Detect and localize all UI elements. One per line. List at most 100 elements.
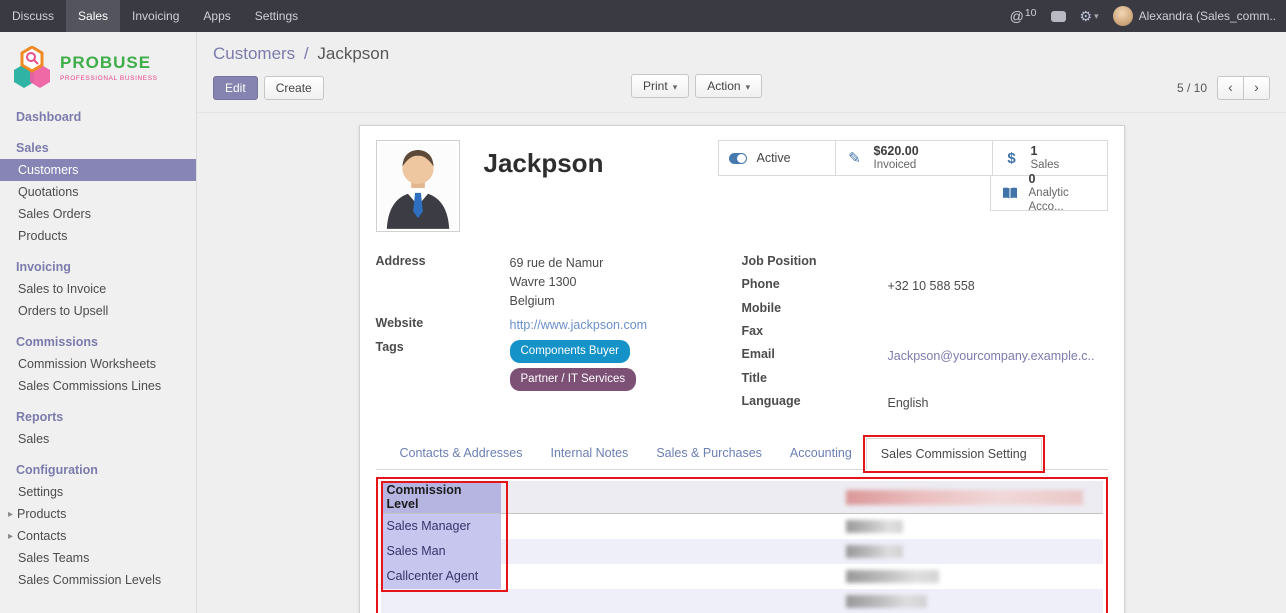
form-fields: Address 69 rue de Namur Wavre 1300 Belgi… bbox=[376, 254, 1108, 418]
sidebar-item-label: Quotations bbox=[18, 185, 78, 199]
address-line-3: Belgium bbox=[510, 292, 604, 311]
sidebar-nav: Dashboard Sales Customers Quotations Sal… bbox=[0, 106, 196, 591]
tab-sales-purchases[interactable]: Sales & Purchases bbox=[642, 438, 776, 469]
sidebar-item-dashboard[interactable]: Dashboard bbox=[0, 106, 196, 128]
analytic-label: Analytic Acco... bbox=[1029, 187, 1099, 215]
breadcrumb: Customers / Jackpson bbox=[213, 44, 1270, 64]
topbar-menu-discuss[interactable]: Discuss bbox=[0, 0, 66, 32]
breadcrumb-customers-link[interactable]: Customers bbox=[213, 44, 295, 63]
mention-count: 10 bbox=[1025, 7, 1037, 19]
invoiced-stat-button[interactable]: ✎ $620.00 Invoiced bbox=[835, 140, 993, 176]
invoiced-label: Invoiced bbox=[874, 159, 919, 173]
sidebar-item-quotations[interactable]: Quotations bbox=[0, 181, 196, 203]
mobile-label: Mobile bbox=[742, 301, 888, 319]
tag-partner-it-services: Partner / IT Services bbox=[510, 368, 637, 391]
sidebar-item-label: Settings bbox=[18, 485, 63, 499]
tags-label: Tags bbox=[376, 340, 510, 396]
website-link[interactable]: http://www.jackpson.com bbox=[510, 318, 648, 332]
sidebar-item-label: Sales to Invoice bbox=[18, 282, 106, 296]
user-name: Alexandra (Sales_comm.. bbox=[1139, 9, 1276, 23]
phone-value: +32 10 588 558 bbox=[888, 279, 975, 293]
sidebar-item-label: Sales Commissions Lines bbox=[18, 379, 161, 393]
mention-counter[interactable]: @ 10 bbox=[1010, 8, 1037, 24]
sales-stat-button[interactable]: $ 1 Sales bbox=[992, 140, 1108, 176]
sidebar-section-commissions[interactable]: Commissions bbox=[0, 331, 196, 353]
level-cell[interactable]: Sales Man bbox=[381, 539, 501, 564]
topbar-right: @ 10 ⚙ ▾ Alexandra (Sales_comm.. bbox=[1010, 6, 1278, 26]
sidebar-item-orders-to-upsell[interactable]: Orders to Upsell bbox=[0, 300, 196, 322]
sidebar-item-sales-commission-levels[interactable]: Sales Commission Levels bbox=[0, 569, 196, 591]
chat-icon[interactable] bbox=[1051, 11, 1066, 22]
sidebar-item-sales-commissions-lines[interactable]: Sales Commissions Lines bbox=[0, 375, 196, 397]
expand-caret-icon: ▸ bbox=[8, 531, 13, 542]
debug-icon[interactable]: ⚙ ▾ bbox=[1080, 8, 1099, 25]
sidebar-item-customers[interactable]: Customers bbox=[0, 159, 196, 181]
analytic-accounts-stat-button[interactable]: 0 Analytic Acco... bbox=[990, 175, 1108, 211]
dollar-icon: $ bbox=[1001, 150, 1023, 167]
pager-next-button[interactable]: › bbox=[1243, 76, 1270, 101]
create-button[interactable]: Create bbox=[264, 76, 324, 100]
action-dropdown[interactable]: Action▾ bbox=[695, 74, 762, 98]
tab-contacts-addresses[interactable]: Contacts & Addresses bbox=[386, 438, 537, 469]
sidebar-item-products[interactable]: Products bbox=[0, 225, 196, 247]
redacted-value-blur bbox=[846, 570, 939, 583]
level-cell[interactable]: Callcenter Agent bbox=[381, 564, 501, 589]
redacted-value-blur bbox=[846, 595, 927, 608]
table-row-callcenter-agent[interactable]: Callcenter Agent bbox=[381, 564, 1103, 589]
active-toggle-icon bbox=[729, 153, 747, 164]
topbar-menu-settings[interactable]: Settings bbox=[243, 0, 310, 32]
address-line-2: Wavre 1300 bbox=[510, 273, 604, 292]
tab-internal-notes[interactable]: Internal Notes bbox=[536, 438, 642, 469]
sidebar-item-reports-sales[interactable]: Sales bbox=[0, 428, 196, 450]
sidebar-item-sales-to-invoice[interactable]: Sales to Invoice bbox=[0, 278, 196, 300]
app-logo: PROBUSE PROFESSIONAL BUSINESS bbox=[0, 32, 196, 106]
sidebar-item-commission-worksheets[interactable]: Commission Worksheets bbox=[0, 353, 196, 375]
caret-down-icon: ▾ bbox=[1094, 11, 1099, 22]
tab-accounting[interactable]: Accounting bbox=[776, 438, 866, 469]
active-label: Active bbox=[757, 151, 791, 165]
user-menu[interactable]: Alexandra (Sales_comm.. bbox=[1113, 6, 1276, 26]
address-line-1: 69 rue de Namur bbox=[510, 254, 604, 273]
active-stat-button[interactable]: Active bbox=[718, 140, 836, 176]
table-row-empty[interactable] bbox=[381, 589, 1103, 613]
pencil-icon: ✎ bbox=[844, 149, 866, 167]
pager-previous-button[interactable]: ‹ bbox=[1217, 76, 1244, 101]
probuse-logo-icon bbox=[12, 46, 52, 90]
commission-level-column-header[interactable]: Commission Level bbox=[381, 481, 501, 514]
fax-label: Fax bbox=[742, 324, 888, 342]
sidebar-item-sales-teams[interactable]: Sales Teams bbox=[0, 547, 196, 569]
table-row-sales-man[interactable]: Sales Man bbox=[381, 539, 1103, 564]
topbar-menu-invoicing[interactable]: Invoicing bbox=[120, 0, 191, 32]
sidebar-item-config-settings[interactable]: Settings bbox=[0, 481, 196, 503]
commission-table-annotation-box: Commission Level Sales Manager Sales Man bbox=[376, 477, 1108, 613]
print-dropdown[interactable]: Print▾ bbox=[631, 74, 689, 98]
edit-button[interactable]: Edit bbox=[213, 76, 258, 100]
sidebar-section-sales[interactable]: Sales bbox=[0, 137, 196, 159]
email-link[interactable]: Jackpson@yourcompany.example.c.. bbox=[888, 349, 1095, 363]
topbar: Discuss Sales Invoicing Apps Settings @ … bbox=[0, 0, 1286, 32]
title-label: Title bbox=[742, 371, 888, 389]
sidebar-section-reports[interactable]: Reports bbox=[0, 406, 196, 428]
sidebar-item-label: Products bbox=[18, 229, 67, 243]
sidebar-item-label: Customers bbox=[18, 163, 78, 177]
main-content: Customers / Jackpson Edit Create Print▾ … bbox=[197, 32, 1286, 613]
topbar-menu-apps[interactable]: Apps bbox=[191, 0, 242, 32]
sidebar-item-label: Sales Commission Levels bbox=[18, 573, 161, 587]
caret-down-icon: ▾ bbox=[746, 82, 751, 92]
sidebar-item-config-products[interactable]: ▸ Products bbox=[0, 503, 196, 525]
control-panel: Customers / Jackpson Edit Create Print▾ … bbox=[197, 32, 1286, 113]
tab-sales-commission-setting[interactable]: Sales Commission Setting bbox=[866, 438, 1042, 470]
sidebar-item-label: Sales bbox=[18, 432, 49, 446]
sidebar-section-configuration[interactable]: Configuration bbox=[0, 459, 196, 481]
topbar-menu-sales[interactable]: Sales bbox=[66, 0, 120, 32]
expand-caret-icon: ▸ bbox=[8, 509, 13, 520]
sidebar-item-label: Products bbox=[17, 507, 66, 521]
level-cell[interactable]: Sales Manager bbox=[381, 514, 501, 539]
address-label: Address bbox=[376, 254, 510, 311]
print-label: Print bbox=[643, 79, 668, 93]
sidebar-item-sales-orders[interactable]: Sales Orders bbox=[0, 203, 196, 225]
sidebar-item-label: Commission Worksheets bbox=[18, 357, 156, 371]
table-row-sales-manager[interactable]: Sales Manager bbox=[381, 514, 1103, 539]
sidebar-section-invoicing[interactable]: Invoicing bbox=[0, 256, 196, 278]
sidebar-item-config-contacts[interactable]: ▸Contacts bbox=[0, 525, 196, 547]
